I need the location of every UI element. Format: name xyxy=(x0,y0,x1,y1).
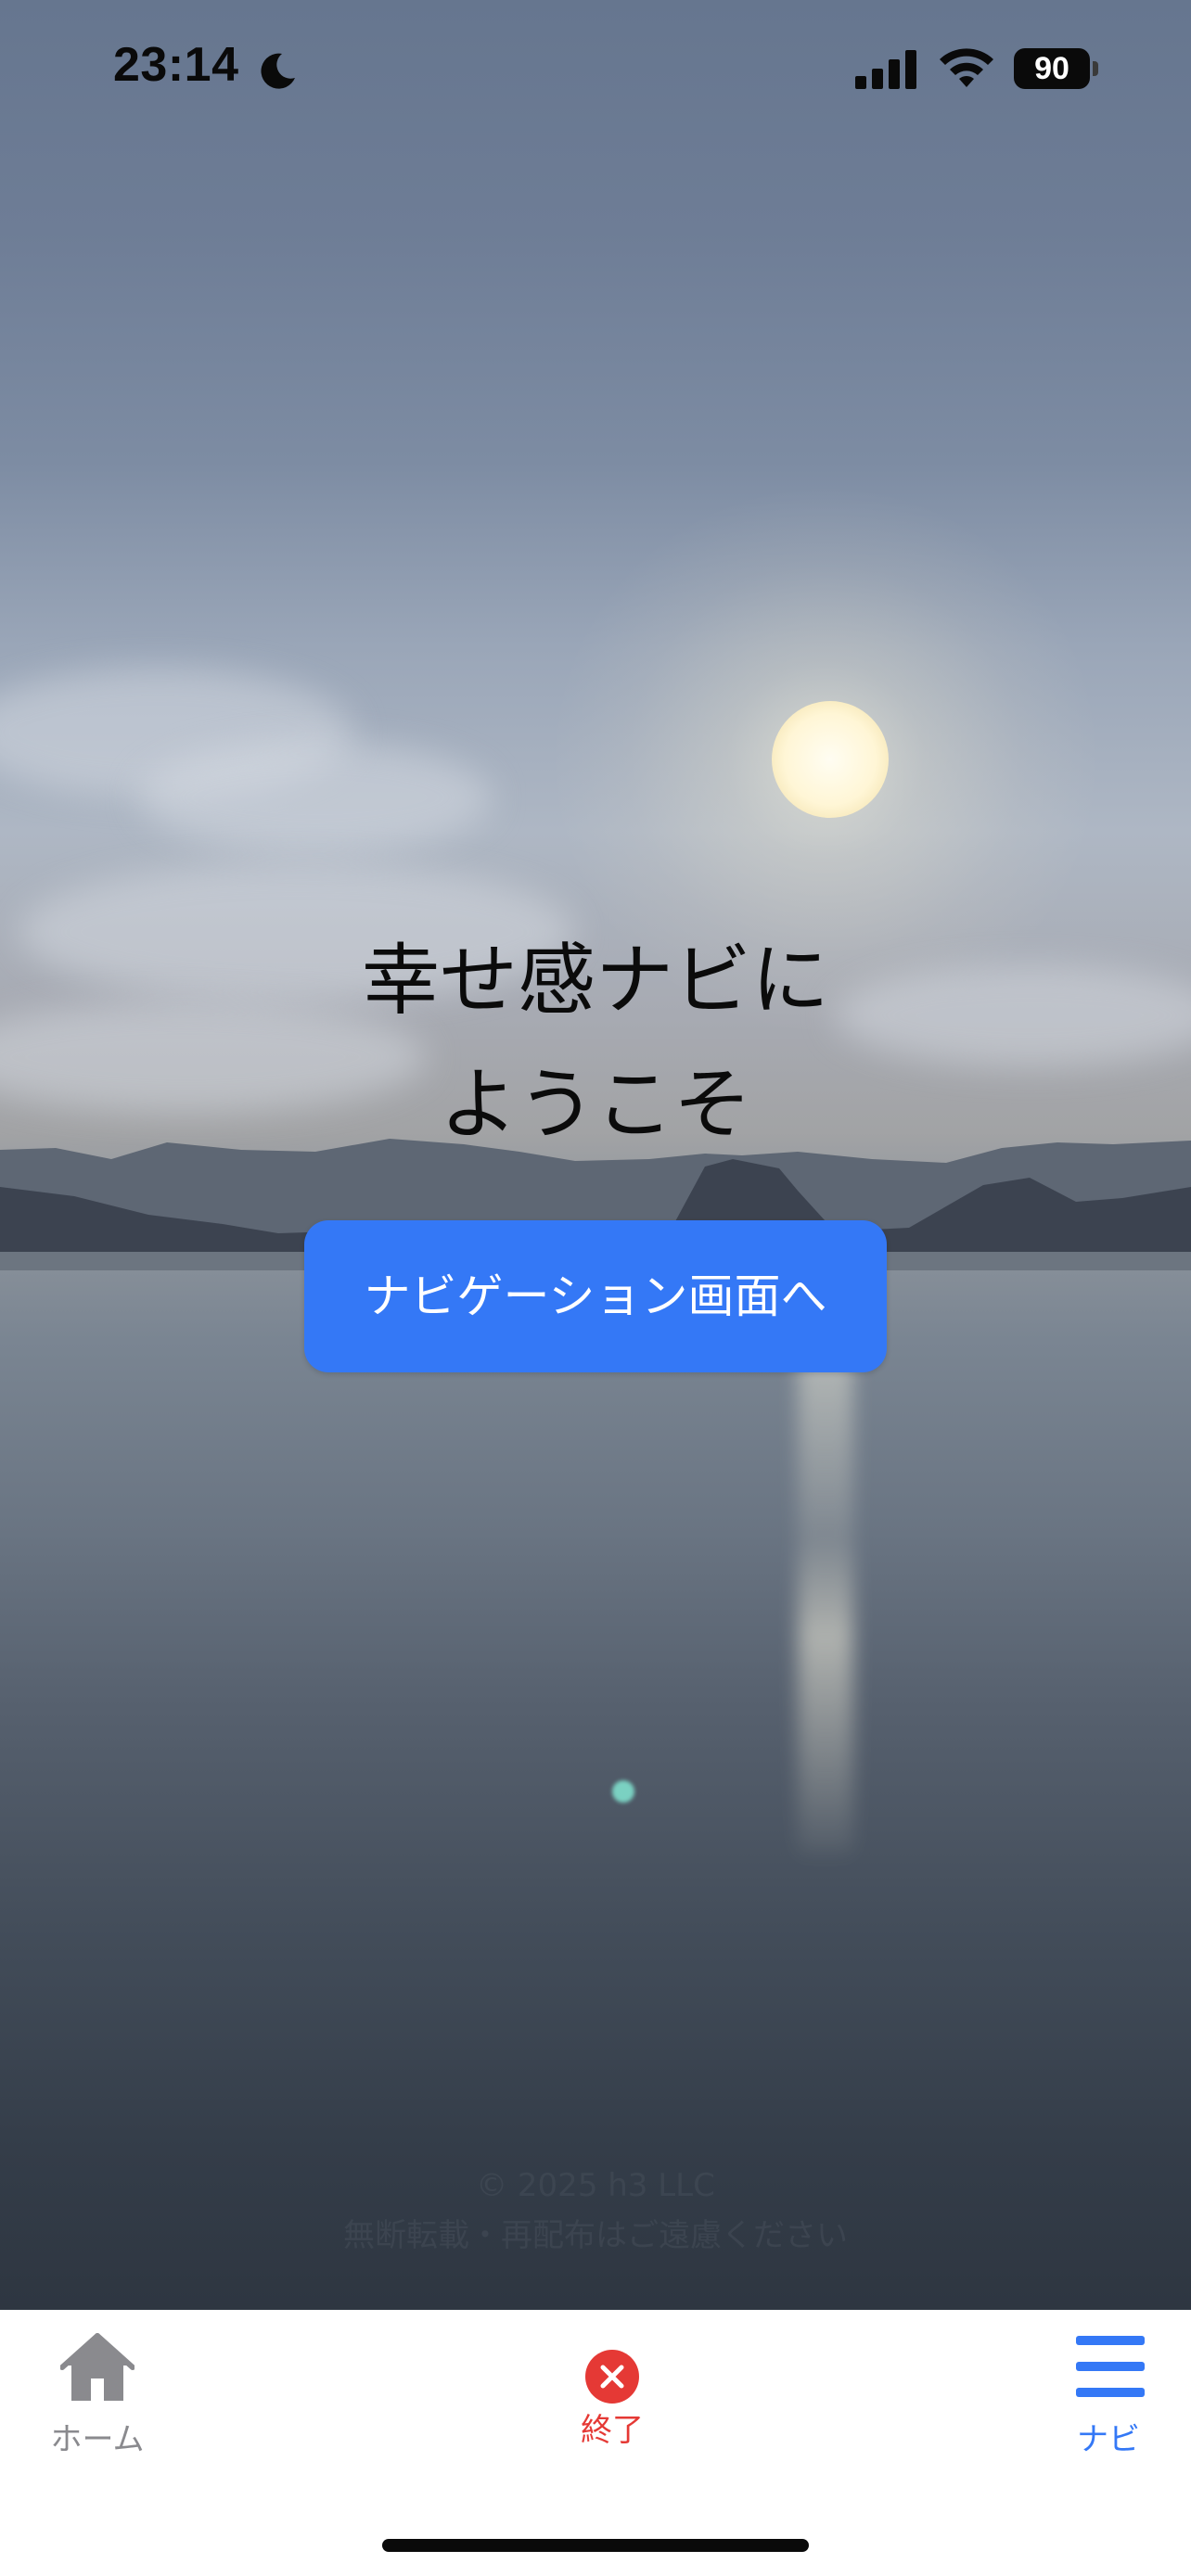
welcome-line-2: ようこそ xyxy=(439,1059,751,1150)
cloud xyxy=(139,742,492,853)
go-to-navigation-button[interactable]: ナビゲーション画面へ xyxy=(304,1220,887,1372)
battery-nub xyxy=(1093,61,1098,76)
tab-navi[interactable]: ナビ xyxy=(1030,2310,1187,2495)
close-circle-icon xyxy=(585,2350,639,2404)
menu-icon xyxy=(1076,2336,1145,2397)
lens-flare xyxy=(612,1780,634,1803)
home-icon xyxy=(60,2333,134,2401)
tab-home-label: ホーム xyxy=(50,2421,145,2458)
status-time: 23:14 xyxy=(113,38,239,92)
welcome-line-1: 幸せ感ナビに xyxy=(361,935,829,1026)
welcome-title: 幸せ感ナビに ようこそ xyxy=(0,918,1191,1167)
signal-icon xyxy=(855,50,916,89)
tab-exit-label: 終了 xyxy=(581,2412,644,2449)
redistribution-notice: 無断転載・再配布はご遠慮ください xyxy=(343,2217,848,2254)
status-bar: 23:14 90 xyxy=(0,0,1191,139)
sun xyxy=(772,701,889,818)
moon-icon xyxy=(261,53,295,89)
battery-indicator: 90 xyxy=(1014,48,1090,89)
tab-navi-label: ナビ xyxy=(1077,2421,1140,2458)
tab-exit[interactable]: 終了 xyxy=(519,2310,705,2495)
tab-bar: ホーム 終了 ナビ xyxy=(0,2310,1191,2576)
copyright-notice: © 2025 h3 LLC 無断転載・再配布はご遠慮ください xyxy=(0,2161,1191,2261)
home-indicator[interactable] xyxy=(382,2539,809,2552)
tab-home[interactable]: ホーム xyxy=(19,2310,176,2495)
copyright-text: © 2025 h3 LLC xyxy=(476,2167,715,2204)
wifi-icon xyxy=(940,48,993,87)
